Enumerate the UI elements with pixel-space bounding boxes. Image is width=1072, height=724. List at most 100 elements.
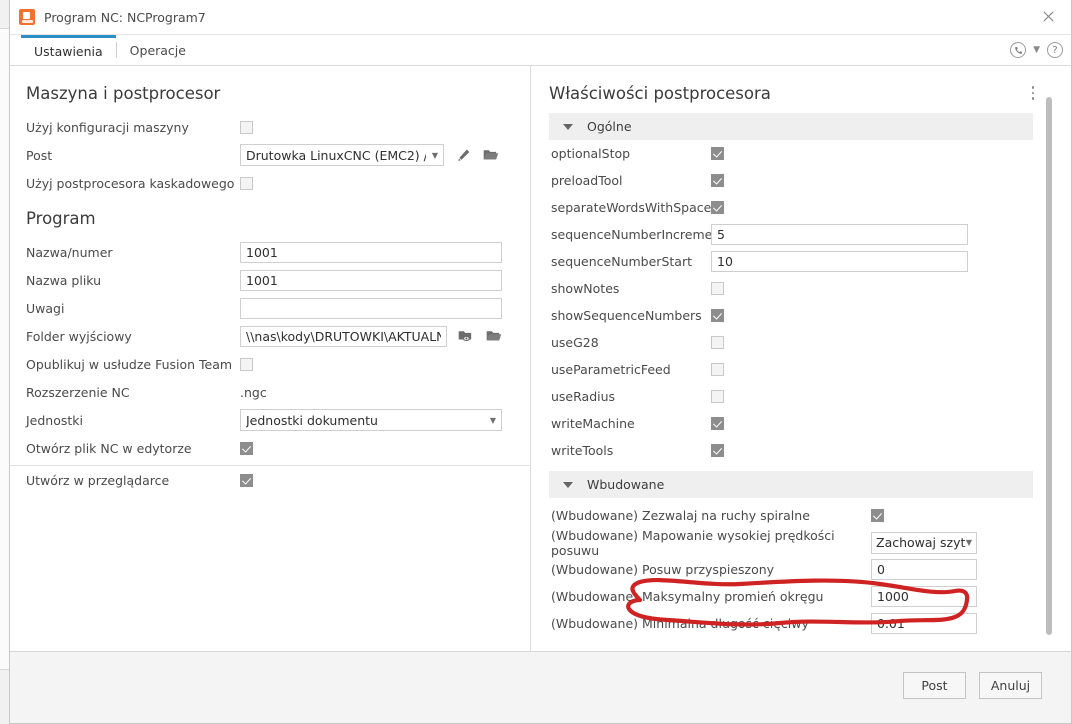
property-label: sequenceNumberStart — [551, 254, 692, 269]
folder-icon[interactable] — [485, 327, 503, 345]
post-button[interactable]: Post — [903, 672, 966, 699]
output-folder-input[interactable] — [240, 325, 447, 347]
row-use-machine-config: Użyj konfiguracji maszyny — [10, 113, 530, 141]
property-label: showNotes — [551, 281, 620, 296]
scrollbar-thumb[interactable] — [1046, 97, 1052, 635]
tab-label: Operacje — [129, 42, 186, 58]
program-name-input[interactable] — [240, 241, 502, 263]
triangle-down-icon — [563, 481, 573, 488]
background-window-body — [0, 28, 9, 670]
nc-extension-value: .ngc — [240, 384, 267, 400]
program-section-title: Program — [26, 209, 96, 228]
row-units: Jednostki Jednostki dokumentu ▼ — [10, 406, 530, 434]
field-label: Otwórz plik NC w edytorze — [26, 440, 192, 456]
high-feedrate-mapping-select[interactable]: Zachowaj szyt ▼ — [871, 531, 977, 554]
row-nc-extension: Rozszerzenie NC .ngc — [10, 378, 530, 406]
high-feedrate-mapping-value: Zachowaj szyt — [876, 535, 966, 550]
use-cascaded-post-checkbox[interactable] — [240, 176, 253, 190]
property-label: useG28 — [551, 335, 599, 350]
showNotes-checkbox[interactable] — [711, 282, 724, 295]
property-label: useParametricFeed — [551, 362, 671, 377]
field-label: Nazwa/numer — [26, 244, 113, 260]
property-label: preloadTool — [551, 173, 623, 188]
property-label: separateWordsWithSpace — [551, 200, 712, 215]
file-name-input[interactable] — [240, 269, 502, 291]
row-open-nc-in-editor: Otwórz plik NC w edytorze — [10, 434, 530, 462]
maximum-circular-radius-input[interactable] — [871, 586, 977, 607]
field-label: Opublikuj w usłudze Fusion Team — [26, 356, 233, 372]
dialog-content: Maszyna i postprocesor Użyj konfiguracji… — [10, 66, 1071, 683]
preloadTool-checkbox[interactable] — [711, 174, 724, 187]
phone-circle-icon[interactable] — [1010, 42, 1027, 58]
machine-section-title: Maszyna i postprocesor — [26, 84, 221, 103]
row-allow-helical-moves: (Wbudowane) Zezwalaj na ruchy spiralne — [531, 502, 1071, 529]
group-header-wbudowane[interactable]: Wbudowane — [549, 471, 1033, 498]
row-preloadTool: preloadTool — [531, 167, 1071, 194]
field-label: Post — [26, 147, 53, 163]
field-label: Nazwa pliku — [26, 272, 102, 288]
chevron-down-icon[interactable]: ▼ — [1033, 45, 1040, 55]
optionalStop-checkbox[interactable] — [711, 147, 724, 160]
group-header-ogolne[interactable]: Ogólne — [549, 113, 1033, 140]
row-publish-fusion-team: Opublikuj w usłudze Fusion Team — [10, 350, 530, 378]
row-useParametricFeed: useParametricFeed — [531, 356, 1071, 383]
tab-bar: Ustawienia Operacje ▼ ? — [10, 35, 1071, 66]
pencil-icon[interactable] — [454, 146, 472, 164]
row-maximum-circular-radius: (Wbudowane) Maksymalny promień okręgu — [531, 583, 1071, 610]
folder-preview-icon[interactable] — [457, 327, 475, 345]
settings-pane: Maszyna i postprocesor Użyj konfiguracji… — [10, 66, 531, 683]
row-sequenceNumberStart: sequenceNumberStart — [531, 248, 1071, 275]
units-select-value: Jednostki dokumentu — [246, 412, 378, 428]
high-feedrate-input[interactable] — [871, 559, 977, 580]
publish-fusion-team-checkbox[interactable] — [240, 357, 253, 371]
useParametricFeed-checkbox[interactable] — [711, 363, 724, 376]
sequenceNumberStart-input[interactable] — [711, 251, 968, 272]
field-label: Uwagi — [26, 300, 65, 316]
property-label: sequenceNumberIncrement — [551, 227, 726, 242]
chevron-down-icon: ▼ — [489, 415, 496, 425]
property-label: writeMachine — [551, 416, 635, 431]
fusion-icon — [19, 9, 35, 25]
cancel-button[interactable]: Anuluj — [979, 672, 1042, 699]
group-label: Ogólne — [587, 119, 632, 134]
row-file-name: Nazwa pliku — [10, 266, 530, 294]
units-select[interactable]: Jednostki dokumentu ▼ — [240, 409, 502, 431]
close-icon[interactable] — [1026, 0, 1071, 33]
comments-input[interactable] — [240, 297, 502, 319]
open-in-browser-checkbox[interactable] — [240, 473, 253, 487]
help-toolbar: ▼ ? — [1010, 35, 1063, 65]
tab-ustawienia[interactable]: Ustawienia — [21, 35, 116, 65]
tab-operacje[interactable]: Operacje — [117, 35, 199, 65]
open-nc-in-editor-checkbox[interactable] — [240, 441, 253, 455]
row-high-feedrate-mapping: (Wbudowane) Mapowanie wysokiej prędkości… — [531, 528, 1071, 558]
property-label: (Wbudowane) Zezwalaj na ruchy spiralne — [551, 508, 810, 523]
row-minimum-chord-length: (Wbudowane) Minimalna długość cięciwy — [531, 610, 1071, 637]
post-select[interactable]: Drutowka LinuxCNC (EMC2) / lir ▼ — [240, 144, 444, 166]
sequenceNumberIncrement-input[interactable] — [711, 224, 968, 245]
row-writeMachine: writeMachine — [531, 410, 1071, 437]
useRadius-checkbox[interactable] — [711, 390, 724, 403]
row-writeTools: writeTools — [531, 437, 1071, 464]
chevron-down-icon: ▼ — [965, 538, 972, 547]
useG28-checkbox[interactable] — [711, 336, 724, 349]
row-sequenceNumberIncrement: sequenceNumberIncrement — [531, 221, 1071, 248]
group-label: Wbudowane — [587, 477, 665, 492]
post-select-value: Drutowka LinuxCNC (EMC2) / lir — [246, 147, 426, 163]
use-machine-config-checkbox[interactable] — [240, 120, 253, 134]
field-label: Jednostki — [26, 412, 84, 428]
more-options-icon[interactable] — [1025, 83, 1041, 103]
row-showSequenceNumbers: showSequenceNumbers — [531, 302, 1071, 329]
row-useRadius: useRadius — [531, 383, 1071, 410]
showSequenceNumbers-checkbox[interactable] — [711, 309, 724, 322]
properties-scrollbar[interactable] — [1043, 94, 1055, 674]
writeMachine-checkbox[interactable] — [711, 417, 724, 430]
separateWordsWithSpace-checkbox[interactable] — [711, 201, 724, 214]
minimum-chord-length-input[interactable] — [871, 613, 977, 634]
allow-helical-moves-checkbox[interactable] — [871, 509, 884, 522]
field-label: Rozszerzenie NC — [26, 384, 130, 400]
question-circle-icon[interactable]: ? — [1047, 42, 1063, 58]
writeTools-checkbox[interactable] — [711, 444, 724, 457]
property-label: (Wbudowane) Posuw przyspieszony — [551, 562, 775, 577]
folder-icon[interactable] — [482, 146, 500, 164]
row-comments: Uwagi — [10, 294, 530, 322]
